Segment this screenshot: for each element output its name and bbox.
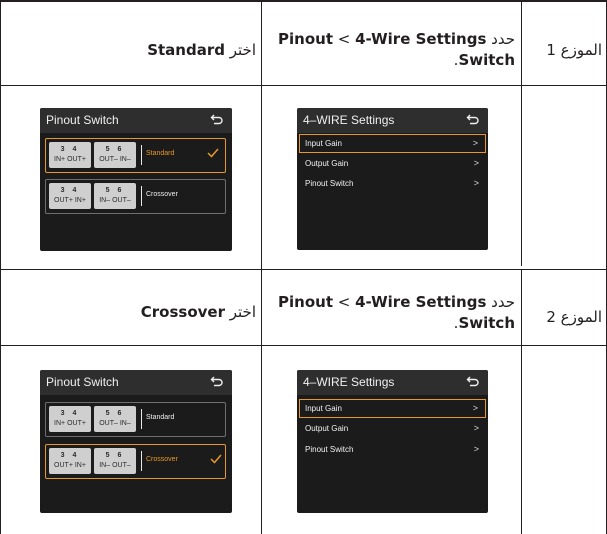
menu-item-label: Output Gain — [305, 159, 349, 168]
pin-group: 3 4 OUT+ IN+ — [49, 183, 91, 209]
chevron-right-icon: > — [473, 158, 479, 168]
screen-header: 4–WIRE Settings — [297, 370, 488, 395]
step-label: الموزع 2 — [546, 308, 602, 326]
pin-numbers: 3 4 — [60, 146, 80, 153]
chevron-right-icon: > — [472, 138, 478, 148]
pinout-option-standard[interactable]: 3 4 IN+ OUT+ 5 6 OUT– IN– Standard — [45, 402, 226, 437]
screen-header: 4–WIRE Settings — [297, 108, 488, 133]
pinout-screen-standard: Pinout Switch 3 4 IN+ OUT+ 5 6 OUT– IN– St… — [40, 108, 232, 251]
menu-item-label: Pinout Switch — [305, 179, 354, 188]
pin-group: 5 6 IN– OUT– — [94, 183, 136, 209]
screen-title: 4–WIRE Settings — [303, 375, 395, 389]
screen-header: Pinout Switch — [40, 370, 232, 395]
pin-labels: IN+ OUT+ — [54, 156, 86, 163]
screen-title: Pinout Switch — [46, 375, 119, 389]
pin-group: 3 4 IN+ OUT+ — [49, 406, 91, 432]
chevron-right-icon: > — [473, 444, 479, 454]
back-arrow-icon[interactable] — [466, 112, 480, 126]
divider — [141, 451, 142, 471]
pin-numbers: 3 4 — [60, 410, 80, 417]
menu-item-input-gain[interactable]: Input Gain > — [299, 399, 486, 418]
menu-item-pinout-switch[interactable]: Pinout Switch > — [299, 440, 486, 459]
pin-labels: OUT+ IN+ — [54, 197, 86, 204]
pinout-option-crossover[interactable]: 3 4 OUT+ IN+ 5 6 IN– OUT– Crossover — [45, 179, 226, 214]
checkmark-icon — [210, 454, 222, 464]
divider — [141, 186, 142, 206]
column-divider — [261, 2, 262, 534]
back-arrow-icon[interactable] — [466, 374, 480, 388]
screen-title: 4–WIRE Settings — [303, 113, 395, 127]
option-label: Standard — [146, 414, 175, 421]
column-divider — [521, 270, 522, 534]
menu-item-label: Pinout Switch — [305, 445, 354, 454]
settings-screen: 4–WIRE Settings Input Gain > Output Gain >… — [297, 370, 488, 513]
pin-group: 5 6 OUT– IN– — [94, 406, 136, 432]
pin-group: 3 4 OUT+ IN+ — [49, 448, 91, 474]
menu-item-pinout-switch[interactable]: Pinout Switch > — [299, 174, 486, 193]
option-label: Crossover — [146, 191, 178, 198]
pin-group: 5 6 OUT– IN– — [94, 142, 136, 168]
back-arrow-icon[interactable] — [210, 374, 224, 388]
screen-header: Pinout Switch — [40, 108, 232, 133]
pin-labels: OUT– IN– — [99, 420, 131, 427]
pin-labels: OUT– IN– — [99, 156, 131, 163]
checkmark-icon — [207, 148, 219, 158]
pin-group: 3 4 IN+ OUT+ — [49, 142, 91, 168]
pinout-option-standard[interactable]: 3 4 IN+ OUT+ 5 6 OUT– IN– Standard — [45, 138, 226, 173]
screen-title: Pinout Switch — [46, 113, 119, 127]
option-label: Standard — [146, 150, 175, 157]
table-top-rule — [0, 0, 607, 2]
step-label: الموزع 1 — [546, 41, 602, 59]
row-divider — [0, 85, 607, 86]
menu-item-label: Input Gain — [305, 404, 342, 413]
pin-labels: OUT+ IN+ — [54, 462, 86, 469]
column-divider — [521, 2, 522, 266]
chevron-right-icon: > — [472, 403, 478, 413]
pin-numbers: 5 6 — [105, 410, 125, 417]
settings-screen: 4–WIRE Settings Input Gain > Output Gain >… — [297, 108, 488, 250]
pin-numbers: 5 6 — [105, 187, 125, 194]
table-left-border — [0, 2, 1, 534]
pin-numbers: 3 4 — [60, 187, 80, 194]
chevron-right-icon: > — [473, 423, 479, 433]
pin-group: 5 6 IN– OUT– — [94, 448, 136, 474]
pin-labels: IN– OUT– — [99, 197, 131, 204]
divider — [141, 409, 142, 429]
pin-numbers: 5 6 — [105, 146, 125, 153]
menu-item-label: Output Gain — [305, 424, 349, 433]
pinout-screen-crossover: Pinout Switch 3 4 IN+ OUT+ 5 6 OUT– IN– St… — [40, 370, 232, 513]
menu-item-output-gain[interactable]: Output Gain > — [299, 419, 486, 438]
pin-numbers: 5 6 — [105, 452, 125, 459]
pin-numbers: 3 4 — [60, 452, 80, 459]
pinout-option-crossover[interactable]: 3 4 OUT+ IN+ 5 6 IN– OUT– Crossover — [45, 444, 226, 479]
action-text: اختر Crossover — [140, 303, 256, 321]
menu-item-label: Input Gain — [305, 139, 342, 148]
action-text: اختر Standard — [147, 41, 256, 59]
instruction-text: حدد Pinout < 4-Wire Settings Switch. — [278, 293, 515, 332]
row-divider — [0, 345, 607, 346]
instruction-table: الموزع 1 حدد Pinout < 4-Wire Settings Swi… — [0, 0, 607, 534]
instruction-text: حدد Pinout < 4-Wire Settings Switch. — [278, 30, 515, 69]
divider — [141, 145, 142, 165]
back-arrow-icon[interactable] — [210, 112, 224, 126]
pin-labels: IN+ OUT+ — [54, 420, 86, 427]
menu-item-input-gain[interactable]: Input Gain > — [299, 134, 486, 153]
chevron-right-icon: > — [473, 178, 479, 188]
menu-item-output-gain[interactable]: Output Gain > — [299, 154, 486, 173]
option-label: Crossover — [146, 456, 178, 463]
row-divider — [0, 269, 607, 270]
pin-labels: IN– OUT– — [99, 462, 131, 469]
